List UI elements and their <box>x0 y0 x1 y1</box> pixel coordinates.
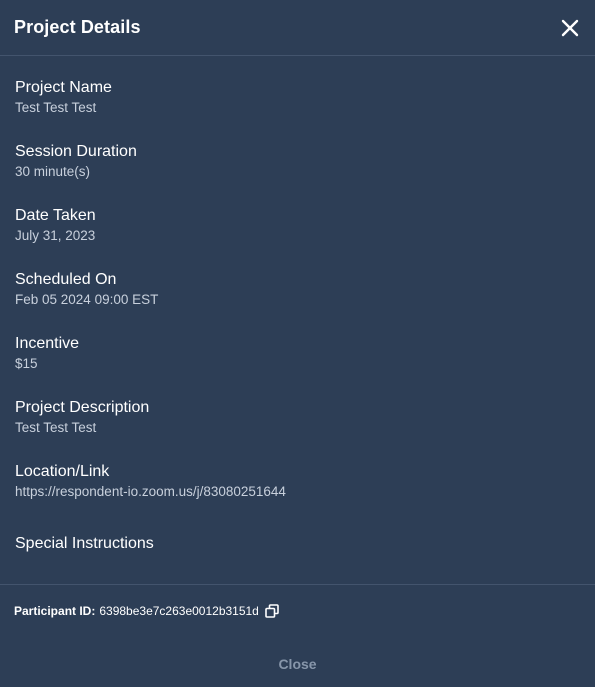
field-label: Incentive <box>15 335 80 352</box>
divider <box>0 584 595 585</box>
field-date-taken: Date Taken July 31, 2023 <box>15 206 96 245</box>
field-label: Project Description <box>15 399 150 416</box>
field-project-description: Project Description Test Test Test <box>15 398 149 437</box>
field-scheduled-on: Scheduled On Feb 05 2024 09:00 EST <box>15 270 158 309</box>
field-label: Project Name <box>15 79 112 96</box>
field-project-name: Project Name Test Test Test <box>15 78 112 117</box>
field-value: July 31, 2023 <box>15 228 96 243</box>
field-label: Session Duration <box>15 143 137 160</box>
details-list: Project Name Test Test Test Session Dura… <box>0 56 595 584</box>
modal-header: Project Details <box>0 0 595 56</box>
field-value: Test Test Test <box>15 100 97 115</box>
project-details-modal: Project Details Project Name Test Test T… <box>0 0 595 687</box>
field-label: Scheduled On <box>15 271 117 288</box>
field-special-instructions: Special Instructions <box>15 534 154 555</box>
field-incentive: Incentive $15 <box>15 334 79 373</box>
field-session-duration: Session Duration 30 minute(s) <box>15 142 137 181</box>
field-label: Location/Link <box>15 463 110 480</box>
location-link[interactable]: https://respondent-io.zoom.us/j/83080251… <box>15 483 286 501</box>
field-value: 30 minute(s) <box>15 164 91 179</box>
participant-id-value: 6398be3e7c263e0012b3151d <box>99 604 259 618</box>
participant-id-label: Participant ID: <box>14 604 96 618</box>
field-label: Special Instructions <box>15 535 154 552</box>
field-value: Feb 05 2024 09:00 EST <box>15 292 159 307</box>
field-value: Test Test Test <box>15 420 97 435</box>
participant-id-row: Participant ID: 6398be3e7c263e0012b3151d <box>14 603 279 619</box>
field-location-link: Location/Link https://respondent-io.zoom… <box>15 462 286 501</box>
field-label: Date Taken <box>15 207 96 224</box>
close-icon[interactable] <box>561 19 579 37</box>
copy-icon[interactable] <box>265 604 279 618</box>
modal-title: Project Details <box>14 17 141 37</box>
close-button[interactable]: Close <box>0 656 595 672</box>
field-value: $15 <box>15 356 38 371</box>
